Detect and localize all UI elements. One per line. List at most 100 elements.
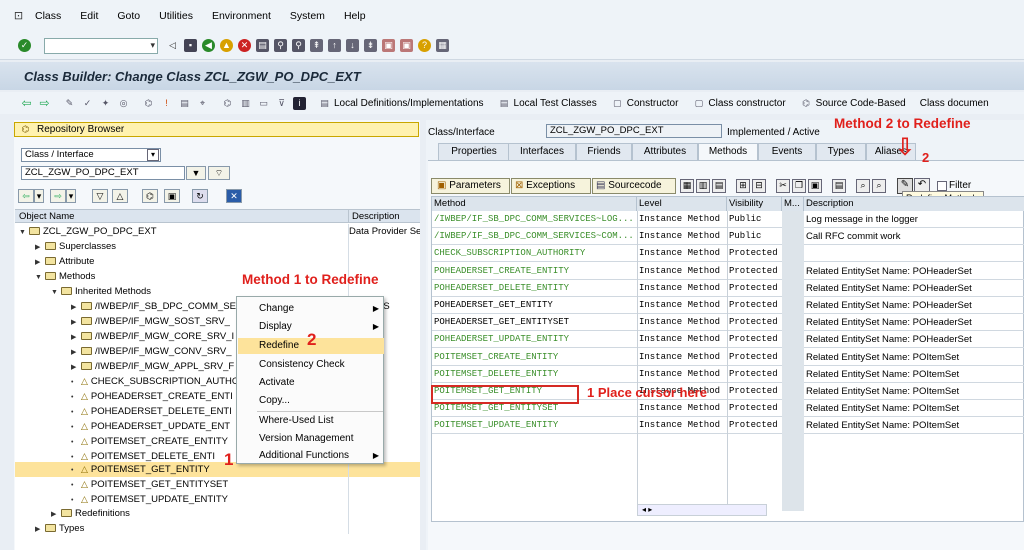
class-interface-field[interactable]: ZCL_ZGW_PO_DPC_EXT xyxy=(546,124,722,138)
collapsed-icon[interactable]: ▶ xyxy=(35,240,45,254)
menu-item-activate[interactable]: Activate xyxy=(259,375,383,391)
table-row[interactable]: POHEADERSET_GET_ENTITY Instance Method Pro… xyxy=(432,297,1024,314)
menu-system[interactable]: System xyxy=(290,10,325,22)
local-test-classes-button[interactable]: ▤ Local Test Classes xyxy=(498,97,597,110)
table-row[interactable]: POITEMSET_CREATE_ENTITY Instance Method Pr… xyxy=(432,349,1024,366)
horizontal-scrollbar[interactable]: ◂ ▸ xyxy=(637,504,767,516)
layout-icon[interactable]: ▦ xyxy=(436,39,449,52)
save-icon[interactable]: ▪ xyxy=(184,39,197,52)
expanded-icon[interactable]: ▼ xyxy=(51,285,61,299)
exit-icon[interactable]: ▲ xyxy=(220,39,233,52)
find-icon[interactable]: ⚲ xyxy=(274,39,287,52)
delete-row-icon[interactable]: ⊟ xyxy=(752,179,766,193)
tab-events[interactable]: Events xyxy=(758,143,816,160)
dropdown-button[interactable]: ▼ xyxy=(186,166,206,180)
collapsed-icon[interactable]: ▶ xyxy=(71,330,81,344)
stack-icon[interactable]: ▥ xyxy=(239,97,252,110)
class-documentation-button[interactable]: Class documen xyxy=(920,98,989,109)
activate-icon[interactable]: ✦ xyxy=(99,97,112,110)
local-definitions-button[interactable]: ▤ Local Definitions/Implementations xyxy=(318,97,483,110)
forward-arrow-icon[interactable]: ⇨ xyxy=(38,96,51,110)
display-glasses-icon[interactable]: ⌔ xyxy=(208,166,230,180)
column-m[interactable]: M... xyxy=(782,197,804,211)
object-type-select[interactable]: Class / Interface ▾ xyxy=(21,148,161,162)
previous-object-icon[interactable]: ⇦ xyxy=(18,189,34,203)
collapsed-icon[interactable]: ▶ xyxy=(51,507,61,521)
hierarchy2-icon[interactable]: ⌬ xyxy=(221,97,234,110)
menu-item-additional-functions[interactable]: Additional Functions ▶ xyxy=(259,448,383,464)
object-name-field[interactable]: ZCL_ZGW_PO_DPC_EXT xyxy=(21,166,185,180)
shortcut-icon[interactable]: ▣ xyxy=(400,39,413,52)
print-icon[interactable]: ▤ xyxy=(832,179,846,193)
insert-row-icon[interactable]: ⊞ xyxy=(736,179,750,193)
copy-icon[interactable]: ❐ xyxy=(792,179,806,193)
menu-item-change[interactable]: Change ▶ xyxy=(259,301,383,317)
tab-properties[interactable]: Properties xyxy=(438,143,510,160)
collapsed-icon[interactable]: ▶ xyxy=(35,255,45,269)
tab-types[interactable]: Types xyxy=(816,143,866,160)
collapsed-icon[interactable]: ▶ xyxy=(71,345,81,359)
menu-item-where-used[interactable]: Where-Used List xyxy=(259,413,383,429)
last-page-icon[interactable]: ⇟ xyxy=(364,39,377,52)
refresh-icon[interactable]: ↻ xyxy=(192,189,208,203)
column-description[interactable]: Description xyxy=(349,210,400,222)
menu-item-display[interactable]: Display ▶ xyxy=(259,319,383,335)
new-session-icon[interactable]: ▣ xyxy=(382,39,395,52)
table-row[interactable]: POHEADERSET_UPDATE_ENTITY Instance Method… xyxy=(432,331,1024,349)
find-icon[interactable]: ⌕ xyxy=(856,179,870,193)
back-arrow-icon[interactable]: ⇦ xyxy=(20,96,33,110)
tree-node-method-selected[interactable]: • △ POITEMSET_GET_ENTITY xyxy=(15,462,420,477)
constructor-button[interactable]: ▢ Constructor xyxy=(611,97,678,110)
tree-node-types[interactable]: ▶ Types xyxy=(15,521,420,536)
navigation-icon[interactable]: ⌖ xyxy=(196,97,209,110)
back-arrow-icon[interactable]: ◁ xyxy=(166,39,179,52)
edit-pencil-icon[interactable]: ✎ xyxy=(63,97,76,110)
table-row[interactable]: POHEADERSET_GET_ENTITYSET Instance Method… xyxy=(432,314,1024,332)
repository-browser-header[interactable]: ⌬ Repository Browser xyxy=(14,122,419,137)
filter-icon[interactable]: ⊽ xyxy=(275,97,288,110)
find-next-icon[interactable]: ⚲ xyxy=(292,39,305,52)
tree-node-class[interactable]: ▼ ZCL_ZGW_PO_DPC_EXT Data Provider Se xyxy=(15,224,420,239)
menu-help[interactable]: Help xyxy=(344,10,366,22)
sourcecode-button[interactable]: ▤ Sourcecode xyxy=(592,178,676,194)
tree-node-attribute[interactable]: ▶ Attribute xyxy=(15,254,420,269)
first-page-icon[interactable]: ⇞ xyxy=(310,39,323,52)
cut-icon[interactable]: ✂ xyxy=(776,179,790,193)
display-object-list-icon[interactable]: ▤ xyxy=(178,97,191,110)
test-icon[interactable]: ◎ xyxy=(117,97,130,110)
enter-icon[interactable]: ✓ xyxy=(18,39,31,52)
next-object-icon[interactable]: ⇨ xyxy=(50,189,66,203)
column-object-name[interactable]: Object Name xyxy=(15,210,349,222)
table-settings-icon[interactable]: ▥ xyxy=(696,179,710,193)
cancel-icon[interactable]: ✕ xyxy=(238,39,251,52)
menu-utilities[interactable]: Utilities xyxy=(159,10,193,22)
column-visibility[interactable]: Visibility xyxy=(727,197,782,211)
copy-rows-icon[interactable]: ▤ xyxy=(712,179,726,193)
close-icon[interactable]: ✕ xyxy=(226,189,242,203)
menu-item-copy[interactable]: Copy... xyxy=(259,393,383,409)
tab-friends[interactable]: Friends xyxy=(576,143,632,160)
source-code-based-button[interactable]: ⌬ Source Code-Based xyxy=(800,97,906,110)
chevron-down-icon[interactable]: ▾ xyxy=(147,149,159,161)
list-icon[interactable]: ▣ xyxy=(164,189,180,203)
window-icon[interactable]: ▭ xyxy=(257,97,270,110)
expanded-icon[interactable]: ▼ xyxy=(19,225,29,239)
collapse-icon[interactable]: ▽ xyxy=(92,189,108,203)
print-icon[interactable]: ▤ xyxy=(256,39,269,52)
column-description[interactable]: Description xyxy=(804,197,1024,211)
back-icon[interactable]: ◀ xyxy=(202,39,215,52)
find-next-icon[interactable]: ⌕ xyxy=(872,179,886,193)
check-icon[interactable]: ✓ xyxy=(81,97,94,110)
tab-interfaces[interactable]: Interfaces xyxy=(508,143,576,160)
next-dropdown-icon[interactable]: ▾ xyxy=(66,189,76,203)
sap-menu-icon[interactable]: ⊡ xyxy=(12,10,25,23)
filter-checkbox[interactable] xyxy=(937,181,947,191)
table-row[interactable]: /IWBEP/IF_SB_DPC_COMM_SERVICES~LOG... Ins… xyxy=(432,211,1024,228)
breakpoint-icon[interactable]: ! xyxy=(160,97,173,110)
command-field[interactable] xyxy=(44,37,158,54)
menu-item-version-management[interactable]: Version Management xyxy=(259,431,383,447)
collapsed-icon[interactable]: ▶ xyxy=(35,522,45,536)
info-icon[interactable]: i xyxy=(293,96,306,110)
menu-item-consistency-check[interactable]: Consistency Check xyxy=(259,357,383,373)
parameters-button[interactable]: ▣ Parameters xyxy=(431,178,510,194)
